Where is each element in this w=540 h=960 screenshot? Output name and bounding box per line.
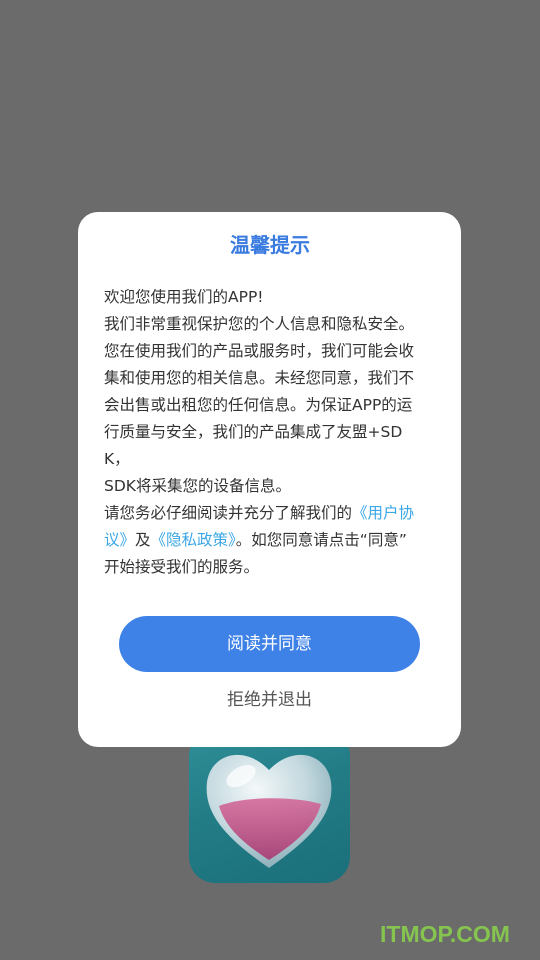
intro-line: 行质量与安全，我们的产品集成了友盟+SDK， bbox=[104, 423, 403, 468]
user-agreement-link[interactable]: 《用户协 bbox=[352, 504, 414, 522]
consent-line: 议》及《隐私政策》。如您同意请点击“同意” bbox=[104, 527, 426, 554]
privacy-policy-link[interactable]: 《隐私政策》 bbox=[151, 531, 236, 549]
intro-line: SDK将采集您的设备信息。 bbox=[104, 477, 291, 495]
agree-button[interactable]: 阅读并同意 bbox=[119, 616, 420, 672]
app-icon bbox=[189, 730, 350, 883]
consent-and: 及 bbox=[135, 531, 151, 549]
consent-suffix: 。如您同意请点击“同意” bbox=[235, 531, 407, 549]
reject-button[interactable]: 拒绝并退出 bbox=[119, 684, 420, 716]
consent-text: 请您务必仔细阅读并充分了解我们的《用户协 议》及《隐私政策》。如您同意请点击“同… bbox=[104, 500, 426, 581]
consent-prefix: 请您务必仔细阅读并充分了解我们的 bbox=[104, 504, 353, 522]
consent-line: 开始接受我们的服务。 bbox=[104, 558, 260, 576]
user-agreement-link[interactable]: 议》 bbox=[104, 531, 135, 549]
consent-line: 请您务必仔细阅读并充分了解我们的《用户协 bbox=[104, 500, 426, 527]
watermark: ITMOP.COM bbox=[380, 921, 510, 947]
intro-line: 您在使用我们的产品或服务时，我们可能会收 bbox=[104, 342, 415, 360]
dialog-title: 温馨提示 bbox=[230, 233, 310, 257]
intro-line: 我们非常重视保护您的个人信息和隐私安全。 bbox=[104, 315, 415, 333]
privacy-intro-text: 欢迎您使用我们的APP! 我们非常重视保护您的个人信息和隐私安全。 您在使用我们… bbox=[104, 284, 426, 500]
heart-icon bbox=[206, 754, 332, 868]
intro-line: 集和使用您的相关信息。未经您同意，我们不 bbox=[104, 369, 415, 387]
intro-line: 欢迎您使用我们的APP! bbox=[104, 288, 264, 306]
intro-line: 会出售或出租您的任何信息。为保证APP的运 bbox=[104, 396, 413, 414]
